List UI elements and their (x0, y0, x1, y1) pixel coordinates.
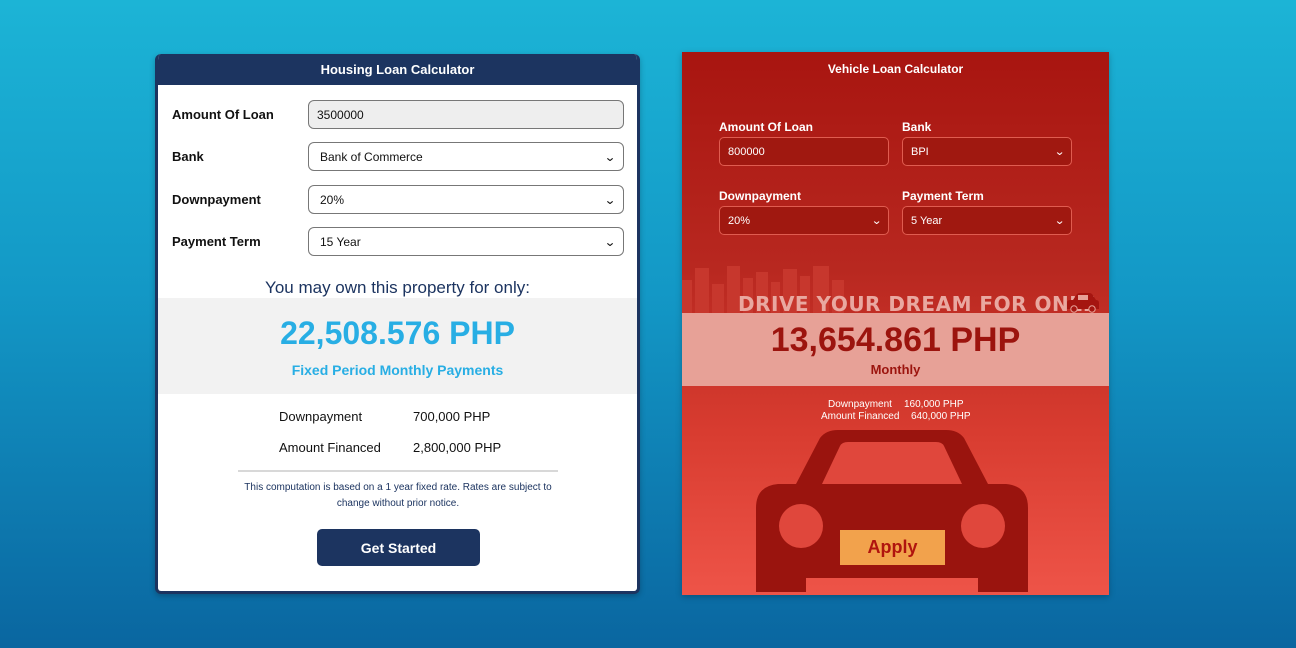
chevron-down-icon: ⌄ (1053, 215, 1065, 227)
vehicle-downpayment-value: 20% (728, 214, 751, 227)
vehicle-amount-label: Amount Of Loan (719, 120, 813, 134)
housing-detail-financed: Amount Financed 2,800,000 PHP (279, 440, 539, 455)
vehicle-detail-financed: Amount Financed 640,000 PHP (821, 411, 971, 422)
housing-detail-value: 2,800,000 PHP (413, 440, 502, 455)
housing-term-row: Payment Term 15 Year ⌄ (172, 227, 627, 256)
vehicle-downpayment-select[interactable]: 20% ⌄ (719, 206, 889, 235)
housing-amount-value: 3500000 (317, 107, 364, 122)
vehicle-amount-value: 800000 (728, 145, 765, 158)
housing-bank-row: Bank Bank of Commerce ⌄ (172, 142, 627, 171)
car-illustration (756, 430, 1028, 592)
divider (238, 470, 558, 472)
vehicle-monthly-caption: Monthly (870, 362, 921, 377)
housing-term-label: Payment Term (172, 234, 261, 249)
vehicle-detail-label: Downpayment (828, 399, 892, 410)
housing-downpayment-select[interactable]: 20% ⌄ (308, 185, 624, 214)
housing-detail-downpayment: Downpayment 700,000 PHP (279, 409, 539, 424)
vehicle-term-value: 5 Year (911, 214, 943, 227)
vehicle-downpayment-label: Downpayment (719, 189, 802, 203)
housing-card-title: Housing Loan Calculator (158, 54, 637, 85)
vehicle-detail-value: 160,000 PHP (904, 399, 964, 410)
vehicle-loan-card: Vehicle Loan Calculator Amount Of Loan 8… (682, 52, 1109, 595)
housing-bank-value: Bank of Commerce (320, 149, 423, 164)
housing-bank-label: Bank (172, 149, 204, 164)
housing-result-band: 22,508.576 PHP Fixed Period Monthly Paym… (158, 298, 637, 394)
chevron-down-icon: ⌄ (603, 234, 617, 249)
housing-downpayment-value: 20% (320, 192, 345, 207)
housing-loan-card: Housing Loan Calculator Amount Of Loan 3… (155, 54, 640, 594)
housing-detail-label: Downpayment (279, 409, 363, 424)
vehicle-bank-label: Bank (902, 120, 932, 134)
housing-monthly-amount: 22,508.576 PHP (280, 315, 515, 351)
chevron-down-icon: ⌄ (1053, 146, 1065, 158)
apply-button[interactable]: Apply (840, 530, 945, 565)
housing-amount-row: Amount Of Loan 3500000 (172, 100, 627, 129)
vehicle-term-label: Payment Term (902, 189, 984, 203)
housing-downpayment-label: Downpayment (172, 192, 261, 207)
housing-monthly-caption: Fixed Period Monthly Payments (291, 362, 504, 378)
housing-detail-value: 700,000 PHP (413, 409, 491, 424)
housing-term-select[interactable]: 15 Year ⌄ (308, 227, 624, 256)
chevron-down-icon: ⌄ (603, 192, 617, 207)
vehicle-term-select[interactable]: 5 Year ⌄ (902, 206, 1072, 235)
chevron-down-icon: ⌄ (603, 149, 617, 164)
vehicle-monthly-amount: 13,654.861 PHP (770, 321, 1021, 359)
vehicle-bank-value: BPI (911, 145, 929, 158)
vehicle-amount-input[interactable]: 800000 (719, 137, 889, 166)
vehicle-detail-downpayment: Downpayment 160,000 PHP (828, 399, 964, 410)
housing-own-text: You may own this property for only: (265, 278, 530, 297)
chevron-down-icon: ⌄ (870, 215, 882, 227)
housing-amount-label: Amount Of Loan (172, 107, 274, 122)
housing-downpayment-row: Downpayment 20% ⌄ (172, 185, 627, 214)
housing-bank-select[interactable]: Bank of Commerce ⌄ (308, 142, 624, 171)
vehicle-card-title: Vehicle Loan Calculator (827, 62, 964, 76)
get-started-button[interactable]: Get Started (317, 529, 480, 566)
vehicle-result-band: 13,654.861 PHP Monthly (682, 313, 1109, 386)
car-icon (1067, 293, 1099, 313)
vehicle-detail-label: Amount Financed (821, 411, 900, 422)
housing-term-value: 15 Year (320, 234, 361, 249)
housing-detail-label: Amount Financed (279, 440, 381, 455)
housing-amount-input[interactable]: 3500000 (308, 100, 624, 129)
vehicle-bank-select[interactable]: BPI ⌄ (902, 137, 1072, 166)
vehicle-detail-value: 640,000 PHP (911, 411, 971, 422)
housing-disclaimer: This computation is based on a 1 year fi… (244, 482, 552, 509)
